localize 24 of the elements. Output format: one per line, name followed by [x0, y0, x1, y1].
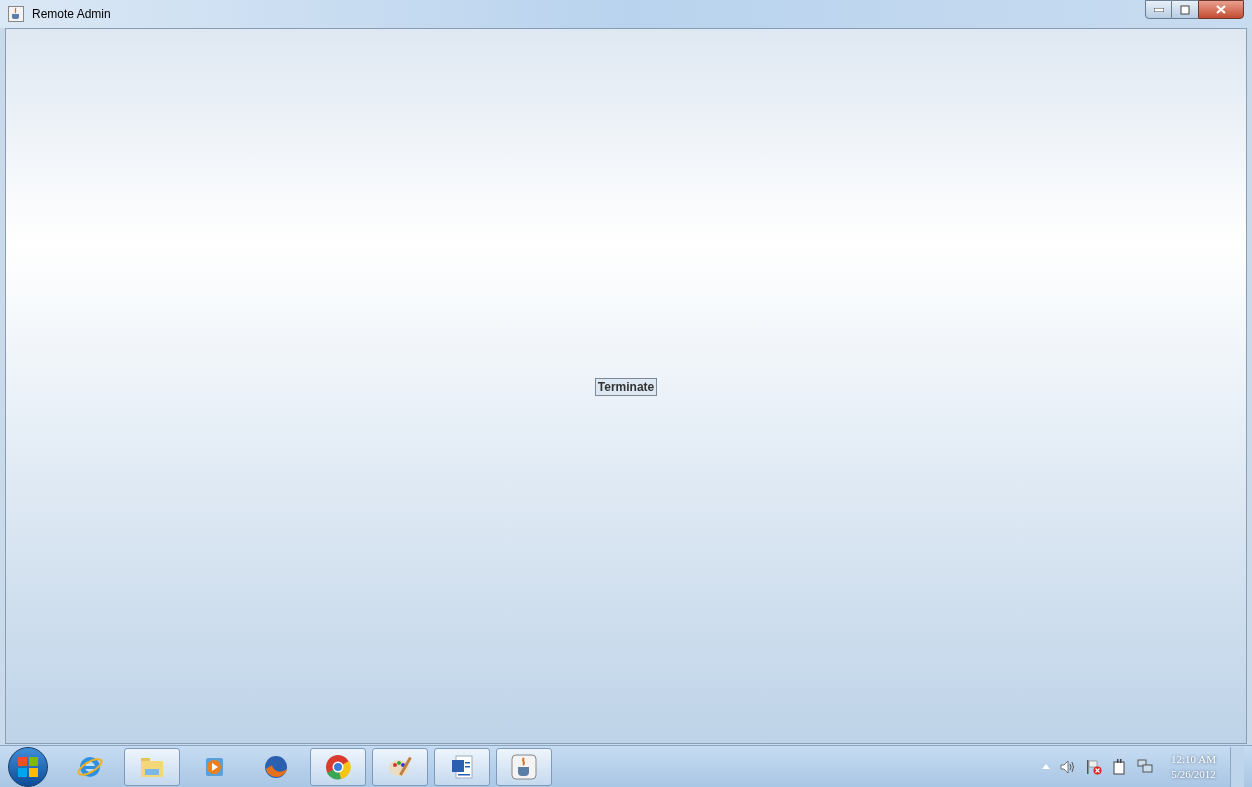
- circle-logo-icon: [324, 752, 352, 781]
- taskbar-button[interactable]: [434, 747, 490, 786]
- restore-button[interactable]: [1172, 0, 1198, 19]
- taskbar-button[interactable]: [124, 747, 180, 786]
- coffee-cup-icon: [8, 6, 24, 22]
- clock-time: 12:10 AM: [1171, 751, 1216, 767]
- flag-icon[interactable]: [1086, 758, 1103, 775]
- windows-logo-icon: [17, 755, 39, 778]
- minimize-icon: [1153, 7, 1164, 12]
- close-button[interactable]: [1198, 0, 1244, 19]
- terminate-button[interactable]: Terminate: [594, 378, 658, 396]
- clock-date: 5/26/2012: [1171, 766, 1216, 782]
- network-icon[interactable]: [1137, 759, 1154, 774]
- taskbar-button[interactable]: [310, 747, 366, 786]
- start-button[interactable]: [8, 746, 48, 787]
- minimize-button[interactable]: [1145, 0, 1172, 19]
- window-title: Remote Admin: [32, 6, 111, 23]
- restore-icon: [1180, 4, 1190, 15]
- taskbar-button[interactable]: [496, 747, 552, 786]
- speaker-icon[interactable]: [1060, 759, 1077, 774]
- taskbar-button[interactable]: [372, 747, 428, 786]
- close-icon: [1216, 5, 1226, 14]
- power-plug-icon[interactable]: [1112, 758, 1128, 775]
- coffee-cup-icon: [510, 752, 538, 781]
